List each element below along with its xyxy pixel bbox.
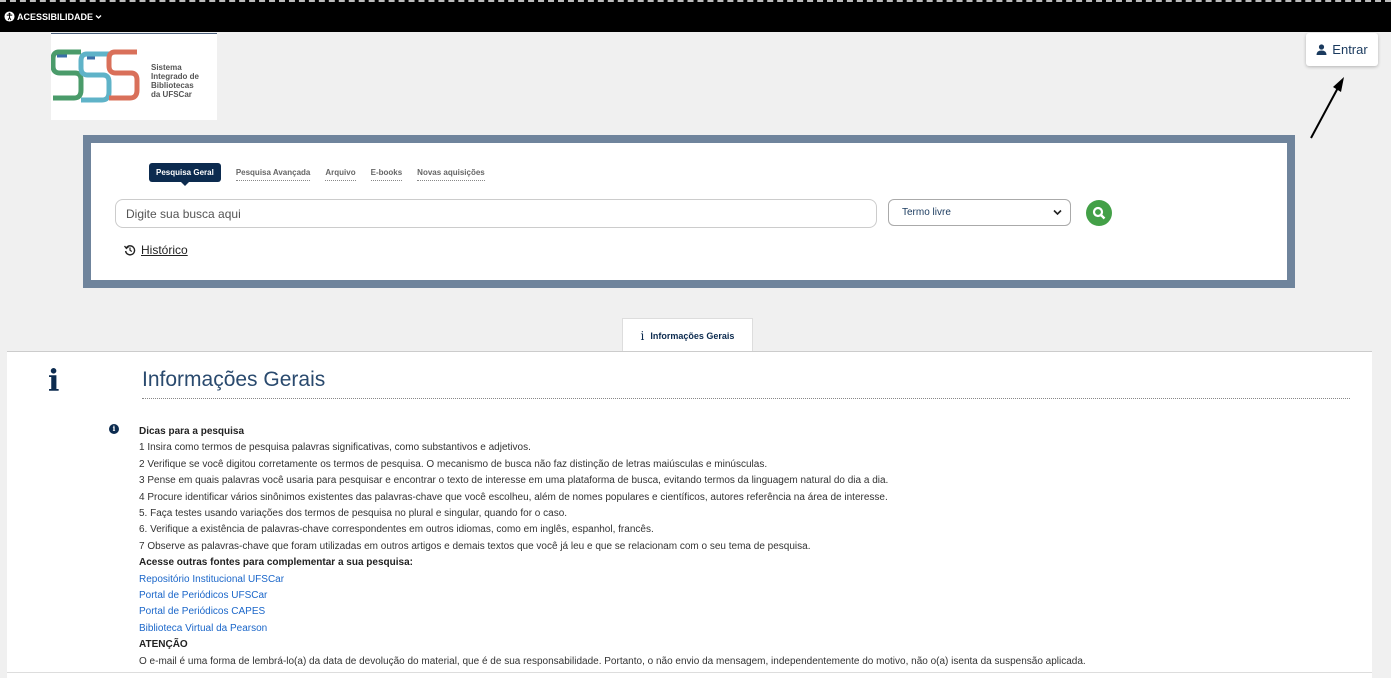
tip-item: 5. Faça testes usando variações dos term… <box>139 508 568 520</box>
link-biblioteca-pearson[interactable]: Biblioteca Virtual da Pearson <box>139 621 267 637</box>
search-button[interactable] <box>1086 200 1112 226</box>
chevron-down-icon <box>1053 209 1062 216</box>
link-repositorio-ufscar[interactable]: Repositório Institucional UFSCar <box>139 572 284 588</box>
sibi-logo[interactable]: Sistema Integrado de Bibliotecas da UFSC… <box>51 33 217 120</box>
top-bar: ACESSIBILIDADE <box>0 0 1391 32</box>
tip-item: 2 Verifique se você digitou corretamente… <box>139 458 768 470</box>
tips-heading: Dicas para a pesquisa <box>139 426 245 437</box>
tab-arquivo[interactable]: Arquivo <box>325 164 356 181</box>
arrow-annotation-icon <box>1310 77 1344 139</box>
accessibility-menu-button[interactable]: ACESSIBILIDADE <box>4 11 102 22</box>
tab-informacoes-gerais[interactable]: i Informações Gerais <box>622 318 753 352</box>
tab-pesquisa-avancada[interactable]: Pesquisa Avançada <box>235 164 311 181</box>
link-portal-periodicos-capes[interactable]: Portal de Periódicos CAPES <box>139 604 265 620</box>
info-body: Dicas para a pesquisa 1 Insira como term… <box>139 424 1086 670</box>
search-tabs: Pesquisa Geral Pesquisa Avançada Arquivo… <box>149 163 500 186</box>
accessibility-label: ACESSIBILIDADE <box>17 11 94 22</box>
search-icon <box>1092 206 1106 220</box>
search-input[interactable] <box>115 199 877 228</box>
attention-text: O e-mail é uma forma de lembrá-lo(a) da … <box>139 655 1086 667</box>
link-portal-periodicos-ufscar[interactable]: Portal de Periódicos UFSCar <box>139 588 267 604</box>
tab-pesquisa-geral[interactable]: Pesquisa Geral <box>149 163 221 186</box>
tip-item: 6. Verifique a existência de palavras-ch… <box>139 524 654 536</box>
search-field-value: Termo livre <box>902 207 951 218</box>
search-panel: Pesquisa Geral Pesquisa Avançada Arquivo… <box>83 135 1295 288</box>
login-label: Entrar <box>1332 42 1368 57</box>
user-icon <box>1316 44 1327 55</box>
tip-item: 1 Insira como termos de pesquisa palavra… <box>139 442 531 454</box>
info-icon: i <box>640 328 645 343</box>
history-link[interactable]: Histórico <box>124 243 188 257</box>
tip-item: 3 Pense em quais palavras você usaria pa… <box>139 475 889 487</box>
chevron-down-icon <box>95 14 102 19</box>
history-label: Histórico <box>141 243 188 257</box>
logo-mark <box>51 49 140 103</box>
logo-text: Sistema Integrado de Bibliotecas da UFSC… <box>151 63 200 99</box>
info-tab-label: Informações Gerais <box>650 330 735 341</box>
sources-heading: Acesse outras fontes para complementar a… <box>139 557 413 569</box>
info-content: i Informações Gerais i Dicas para a pesq… <box>7 351 1372 678</box>
attention-heading: ATENÇÃO <box>139 639 188 651</box>
info-title: Informações Gerais <box>142 368 1350 399</box>
history-icon <box>124 245 136 256</box>
tab-ebooks[interactable]: E-books <box>370 164 403 181</box>
login-button[interactable]: Entrar <box>1306 33 1378 66</box>
tab-novas-aquisicoes[interactable]: Novas aquisições <box>417 164 485 181</box>
divider <box>7 672 1372 673</box>
info-icon: i <box>48 364 60 399</box>
accessibility-icon <box>4 11 15 22</box>
info-circle-icon: i <box>109 424 119 434</box>
tip-item: 7 Observe as palavras-chave que foram ut… <box>139 540 811 552</box>
tip-item: 4 Procure identificar vários sinônimos e… <box>139 491 888 503</box>
search-field-select[interactable]: Termo livre <box>888 199 1071 226</box>
